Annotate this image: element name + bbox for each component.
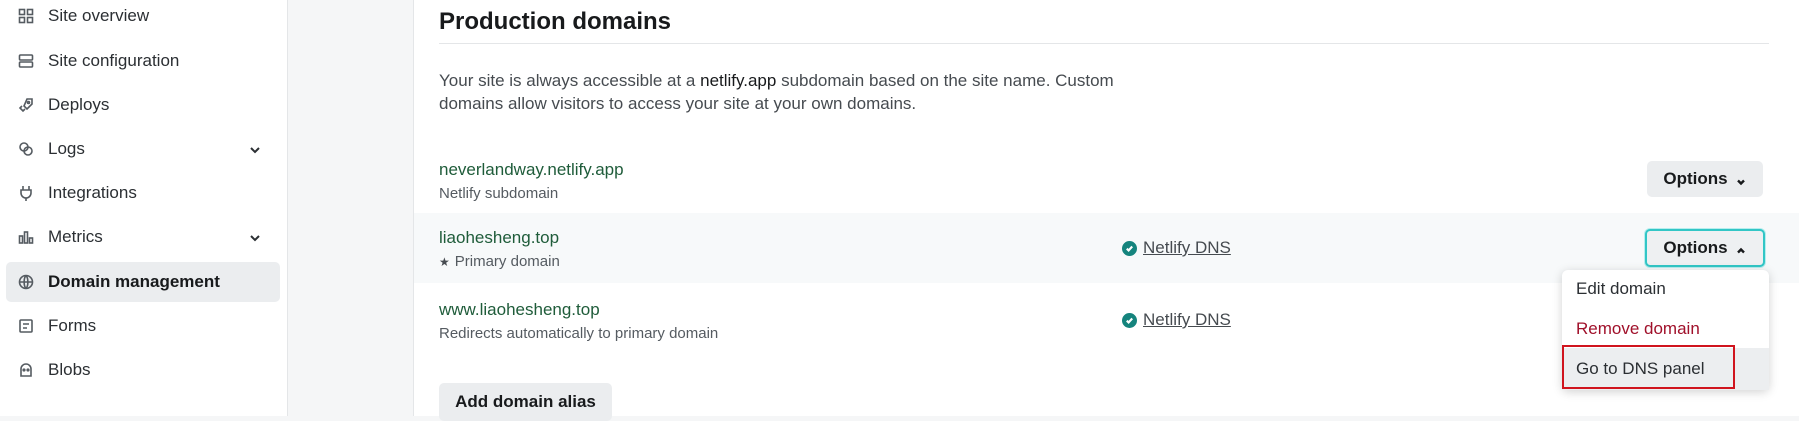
sidebar: Site overview Site configuration Deploys… xyxy=(0,0,288,416)
sidebar-item-integrations[interactable]: Integrations xyxy=(6,173,280,213)
section-description: Your site is always accessible at a netl… xyxy=(439,71,1114,113)
domain-subtitle: Redirects automatically to primary domai… xyxy=(439,325,719,342)
sidebar-item-label: Forms xyxy=(48,316,97,335)
chevron-down-icon xyxy=(248,230,262,244)
sidebar-item-domain-management[interactable]: Domain management xyxy=(6,262,280,302)
options-button[interactable]: Options xyxy=(1645,229,1765,267)
chevron-down-icon xyxy=(1735,173,1747,186)
sidebar-item-deploys[interactable]: Deploys xyxy=(6,85,280,125)
menu-item-edit-domain[interactable]: Edit domain xyxy=(1562,270,1769,308)
sidebar-item-label: Deploys xyxy=(48,95,110,114)
blob-icon xyxy=(18,362,34,378)
dns-status: Netlify DNS xyxy=(1122,238,1231,258)
star-icon: ★ xyxy=(439,254,450,269)
plug-icon xyxy=(18,185,34,201)
sidebar-item-logs[interactable]: Logs xyxy=(6,129,280,169)
sidebar-item-label: Site configuration xyxy=(48,51,180,70)
menu-item-go-to-dns-panel[interactable]: Go to DNS panel xyxy=(1562,348,1769,390)
domain-subtitle: ★ Primary domain xyxy=(439,253,560,270)
sidebar-item-label: Site overview xyxy=(48,6,150,25)
domain-row: neverlandway.netlify.app Netlify subdoma… xyxy=(414,145,1799,215)
logs-icon xyxy=(18,141,34,157)
sidebar-item-label: Metrics xyxy=(48,227,103,246)
sidebar-item-label: Integrations xyxy=(48,183,137,202)
netlify-dns-link[interactable]: Netlify DNS xyxy=(1143,310,1231,330)
check-circle-icon xyxy=(1122,240,1137,256)
options-dropdown-menu: Edit domain Remove domain Go to DNS pane… xyxy=(1562,270,1769,390)
netlify-app-highlight: netlify.app xyxy=(700,71,777,90)
domain-name[interactable]: neverlandway.netlify.app xyxy=(439,160,624,180)
dns-status: Netlify DNS xyxy=(1122,310,1231,330)
globe-icon xyxy=(18,274,34,290)
form-icon xyxy=(18,318,34,334)
sidebar-item-blobs[interactable]: Blobs xyxy=(6,350,280,390)
add-domain-alias-button[interactable]: Add domain alias xyxy=(439,383,612,421)
domain-name[interactable]: liaohesheng.top xyxy=(439,228,559,248)
domain-subtitle: Netlify subdomain xyxy=(439,185,559,202)
chevron-down-icon xyxy=(248,142,262,156)
rocket-icon xyxy=(18,97,34,113)
menu-item-remove-domain[interactable]: Remove domain xyxy=(1562,310,1769,348)
sidebar-item-label: Domain management xyxy=(48,272,220,291)
sidebar-item-forms[interactable]: Forms xyxy=(6,306,280,346)
sidebar-item-label: Blobs xyxy=(48,360,91,379)
grid-icon xyxy=(18,8,34,24)
divider xyxy=(439,43,1769,44)
domain-name[interactable]: www.liaohesheng.top xyxy=(439,300,600,320)
server-icon xyxy=(18,53,34,69)
bar-chart-icon xyxy=(18,229,34,245)
netlify-dns-link[interactable]: Netlify DNS xyxy=(1143,238,1231,258)
sidebar-item-label: Logs xyxy=(48,139,85,158)
sidebar-item-site-overview[interactable]: Site overview xyxy=(6,0,280,36)
chevron-up-icon xyxy=(1735,242,1747,254)
options-button[interactable]: Options xyxy=(1647,161,1763,197)
sidebar-item-site-configuration[interactable]: Site configuration xyxy=(6,41,280,81)
sidebar-item-metrics[interactable]: Metrics xyxy=(6,217,280,257)
section-title: Production domains xyxy=(439,8,672,35)
check-circle-icon xyxy=(1122,312,1137,328)
